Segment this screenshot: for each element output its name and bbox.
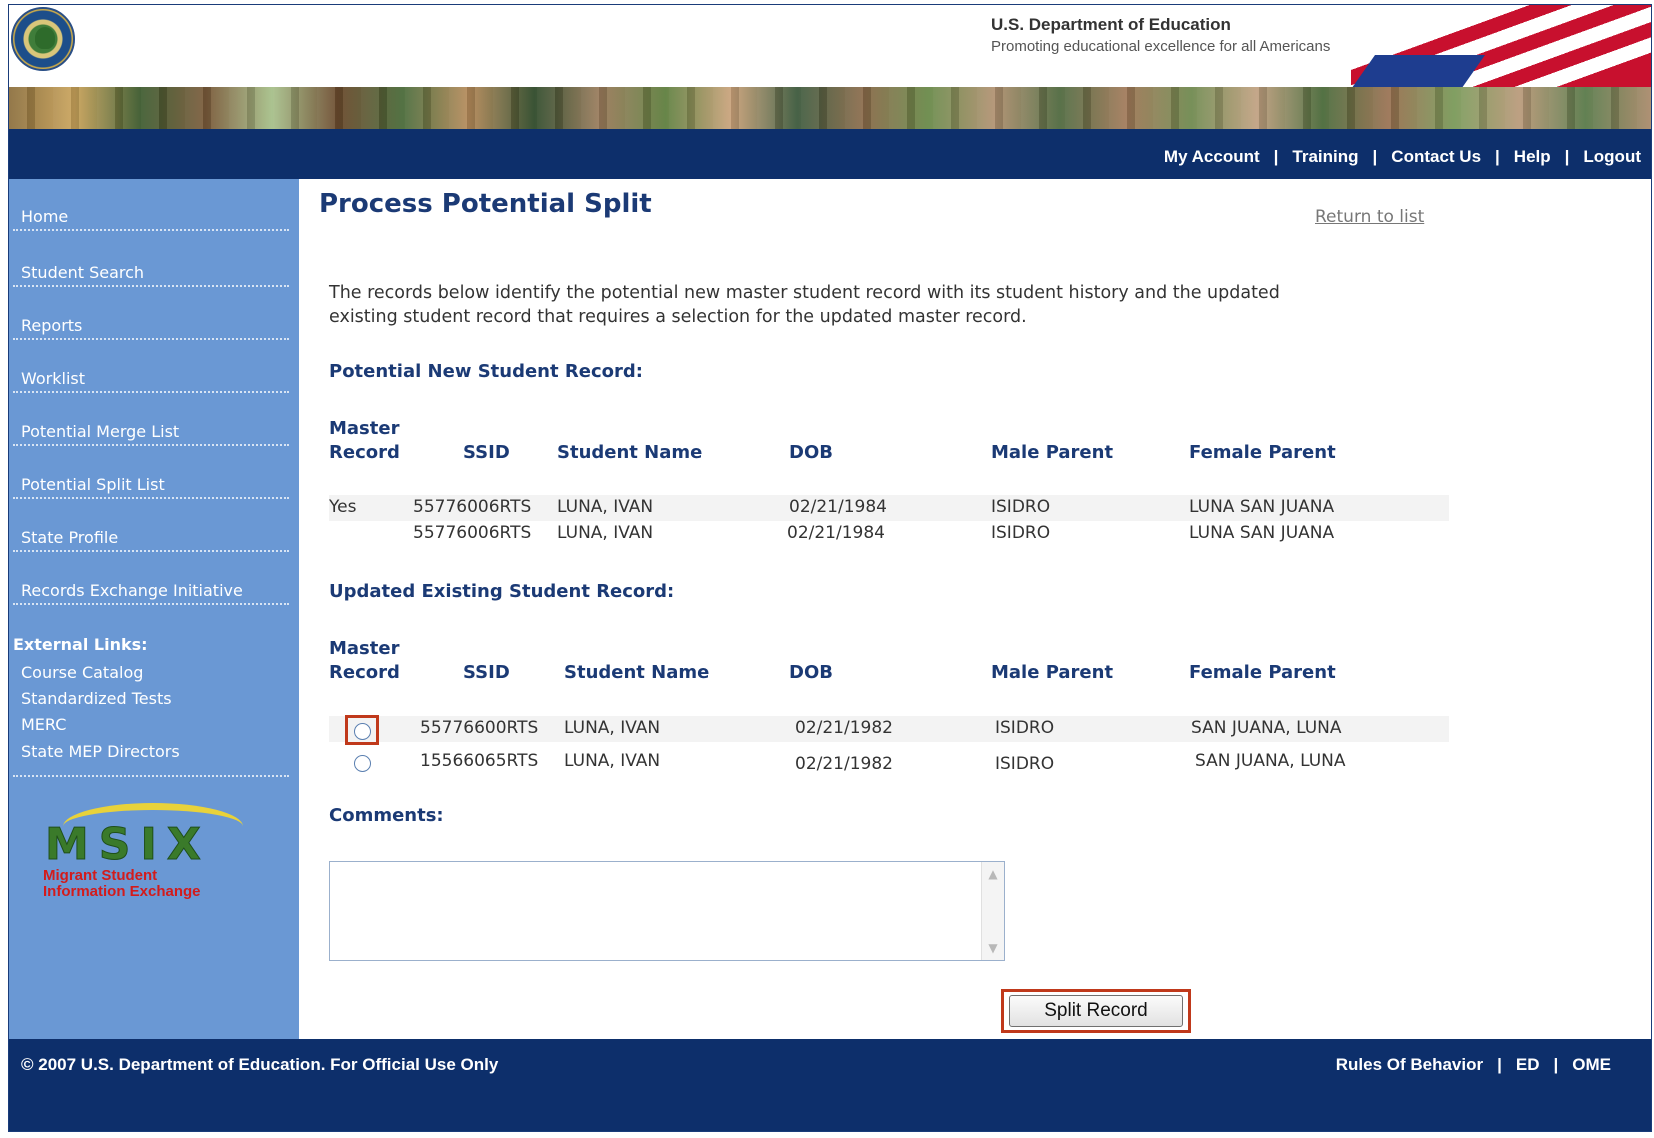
footer-link-ed[interactable]: ED — [1516, 1055, 1540, 1074]
new-row1-master: Yes — [329, 497, 357, 517]
new-row2-female: LUNA SAN JUANA — [1189, 523, 1335, 543]
footer-links: Rules Of Behavior | ED | OME — [1335, 1055, 1611, 1074]
external-link-course-catalog[interactable]: Course Catalog — [21, 663, 143, 682]
external-link-merc[interactable]: MERC — [21, 715, 66, 734]
external-link-standardized-tests[interactable]: Standardized Tests — [21, 689, 172, 708]
department-name: U.S. Department of Education — [991, 15, 1231, 34]
master-record-radio-2[interactable] — [354, 755, 371, 772]
nav-help[interactable]: Help — [1514, 147, 1551, 166]
new-row2-dob: 02/21/1984 — [787, 523, 885, 543]
existing-col-student-name: Student Name — [564, 662, 710, 683]
sidebar-item-reports[interactable]: Reports — [13, 288, 289, 340]
existing-col-master: Master Record — [329, 638, 400, 683]
sidebar-item-potential-split-list[interactable]: Potential Split List — [13, 447, 289, 499]
existing-col-male-parent: Male Parent — [991, 662, 1114, 683]
existing-row1-male: ISIDRO — [995, 718, 1055, 738]
external-links-title: External Links: — [13, 635, 148, 654]
footer-copyright: © 2007 U.S. Department of Education. For… — [21, 1055, 499, 1074]
new-row1-ssid: 55776006RTS — [413, 497, 532, 517]
page-title: Process Potential Split — [319, 189, 652, 219]
intro-line-1: The records below identify the potential… — [329, 283, 1280, 303]
photo-banner — [9, 87, 1651, 129]
existing-row2-name: LUNA, IVAN — [564, 751, 661, 771]
scroll-up-icon[interactable]: ▲ — [985, 866, 1001, 882]
msix-logo-letters: MSIX — [45, 819, 211, 871]
top-navbar: My Account | Training | Contact Us | Help | Logo… — [9, 129, 1651, 179]
new-record-heading: Potential New Student Record: — [329, 361, 643, 382]
new-row1-name: LUNA, IVAN — [557, 497, 654, 517]
top-nav-links: My Account | Training | Contact Us | Help | Logo… — [1163, 147, 1641, 166]
new-col-dob: DOB — [789, 442, 833, 463]
header-banner: U.S. Department of Education Promoting e… — [9, 5, 1651, 87]
msix-logo: MSIX Migrant Student Information Exchang… — [43, 801, 253, 911]
footer-link-ome[interactable]: OME — [1572, 1055, 1611, 1074]
return-to-list-link[interactable]: Return to list — [1315, 207, 1424, 227]
comments-label: Comments: — [329, 805, 444, 826]
existing-row1-dob: 02/21/1982 — [795, 718, 893, 738]
existing-row1-ssid: 55776600RTS — [420, 718, 539, 738]
app-frame: U.S. Department of Education Promoting e… — [8, 4, 1652, 1132]
existing-col-female-parent: Female Parent — [1189, 662, 1336, 683]
existing-col-dob: DOB — [789, 662, 833, 683]
comments-textarea[interactable] — [329, 861, 1005, 961]
new-row1-male: ISIDRO — [991, 497, 1051, 517]
department-seal-icon — [11, 7, 75, 71]
external-link-state-mep-directors[interactable]: State MEP Directors — [21, 742, 180, 761]
new-row2-male: ISIDRO — [991, 523, 1051, 543]
new-row2-name: LUNA, IVAN — [557, 523, 654, 543]
american-flag-icon — [1351, 5, 1651, 87]
new-row1-dob: 02/21/1984 — [789, 497, 887, 517]
intro-line-2: existing student record that requires a … — [329, 307, 1027, 327]
existing-row1-name: LUNA, IVAN — [564, 718, 661, 738]
footer-link-rules-of-behavior[interactable]: Rules Of Behavior — [1336, 1055, 1483, 1074]
sidebar-divider — [13, 775, 289, 777]
existing-row1-female: SAN JUANA, LUNA — [1191, 718, 1342, 738]
department-tagline: Promoting educational excellence for all… — [991, 38, 1331, 55]
new-col-master: Master Record — [329, 418, 400, 463]
nav-training[interactable]: Training — [1292, 147, 1358, 166]
existing-record-heading: Updated Existing Student Record: — [329, 581, 675, 602]
split-record-button[interactable]: Split Record — [1009, 995, 1183, 1027]
sidebar-item-state-profile[interactable]: State Profile — [13, 500, 289, 552]
new-col-student-name: Student Name — [557, 442, 703, 463]
comments-scrollbar[interactable]: ▲ ▼ — [981, 862, 1004, 960]
scroll-down-icon[interactable]: ▼ — [985, 940, 1001, 956]
new-row2-ssid: 55776006RTS — [413, 523, 532, 543]
nav-contact-us[interactable]: Contact Us — [1391, 147, 1481, 166]
existing-col-ssid: SSID — [463, 662, 510, 683]
master-record-radio-1[interactable] — [354, 723, 371, 740]
existing-row2-female: SAN JUANA, LUNA — [1195, 751, 1346, 771]
new-col-ssid: SSID — [463, 442, 510, 463]
sidebar: Home Student Search Reports Worklist Pot… — [9, 179, 299, 1039]
nav-logout[interactable]: Logout — [1583, 147, 1641, 166]
existing-row2-dob: 02/21/1982 — [795, 754, 893, 774]
existing-row2-male: ISIDRO — [995, 754, 1055, 774]
msix-logo-line2: Information Exchange — [43, 883, 201, 900]
new-col-female-parent: Female Parent — [1189, 442, 1336, 463]
msix-logo-line1: Migrant Student — [43, 867, 158, 884]
nav-my-account[interactable]: My Account — [1164, 147, 1260, 166]
sidebar-item-home[interactable]: Home — [13, 179, 289, 231]
footer: © 2007 U.S. Department of Education. For… — [9, 1039, 1651, 1131]
sidebar-item-potential-merge-list[interactable]: Potential Merge List — [13, 394, 289, 446]
sidebar-item-worklist[interactable]: Worklist — [13, 341, 289, 393]
new-row1-female: LUNA SAN JUANA — [1189, 497, 1335, 517]
intro-text: The records below identify the potential… — [329, 281, 1429, 329]
sidebar-item-student-search[interactable]: Student Search — [13, 235, 289, 287]
new-col-male-parent: Male Parent — [991, 442, 1114, 463]
existing-row2-ssid: 15566065RTS — [420, 751, 539, 771]
sidebar-item-records-exchange[interactable]: Records Exchange Initiative — [13, 553, 289, 605]
